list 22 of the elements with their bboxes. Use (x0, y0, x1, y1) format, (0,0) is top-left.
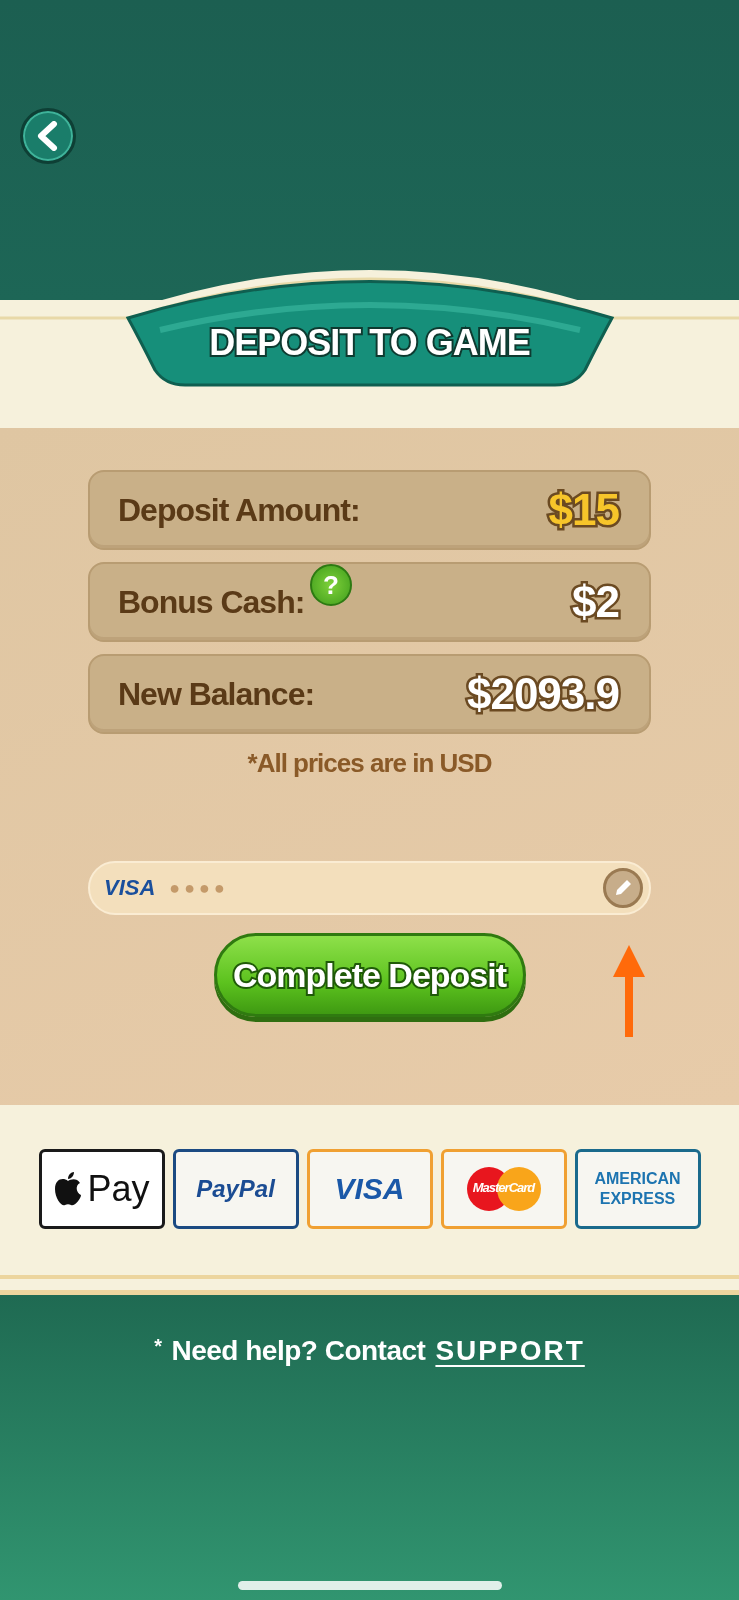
card-field[interactable]: VISA ●●●● (88, 861, 651, 915)
amount-value: $2 (572, 577, 619, 627)
footnote-mark: * (154, 1335, 162, 1358)
row-label: Deposit Amount: (118, 491, 360, 529)
help-text: Need help? Contact (171, 1335, 426, 1367)
card-brand: VISA (104, 875, 156, 901)
logo-text: Pay (87, 1168, 150, 1210)
page-title: DEPOSIT TO GAME (209, 322, 530, 364)
amount-value: $2093.9 (466, 669, 619, 719)
back-button[interactable] (20, 108, 76, 164)
payment-logo: AMERICAN EXPRESS (574, 1149, 701, 1229)
row-label: New Balance: (118, 675, 315, 713)
masked-card-number: ●●●● (169, 877, 229, 899)
support-link[interactable]: SUPPORT (435, 1335, 585, 1367)
apple-icon (53, 1171, 84, 1207)
currency-note: *All prices are in USD (247, 748, 492, 779)
edit-button[interactable] (603, 868, 643, 908)
payment-logo: VISA (306, 1149, 433, 1229)
row-label: Bonus Cash: (118, 583, 305, 621)
payment-logo: PayPal (172, 1149, 299, 1229)
up-arrow-icon (611, 943, 647, 1039)
amount-value: $15 (548, 485, 619, 535)
